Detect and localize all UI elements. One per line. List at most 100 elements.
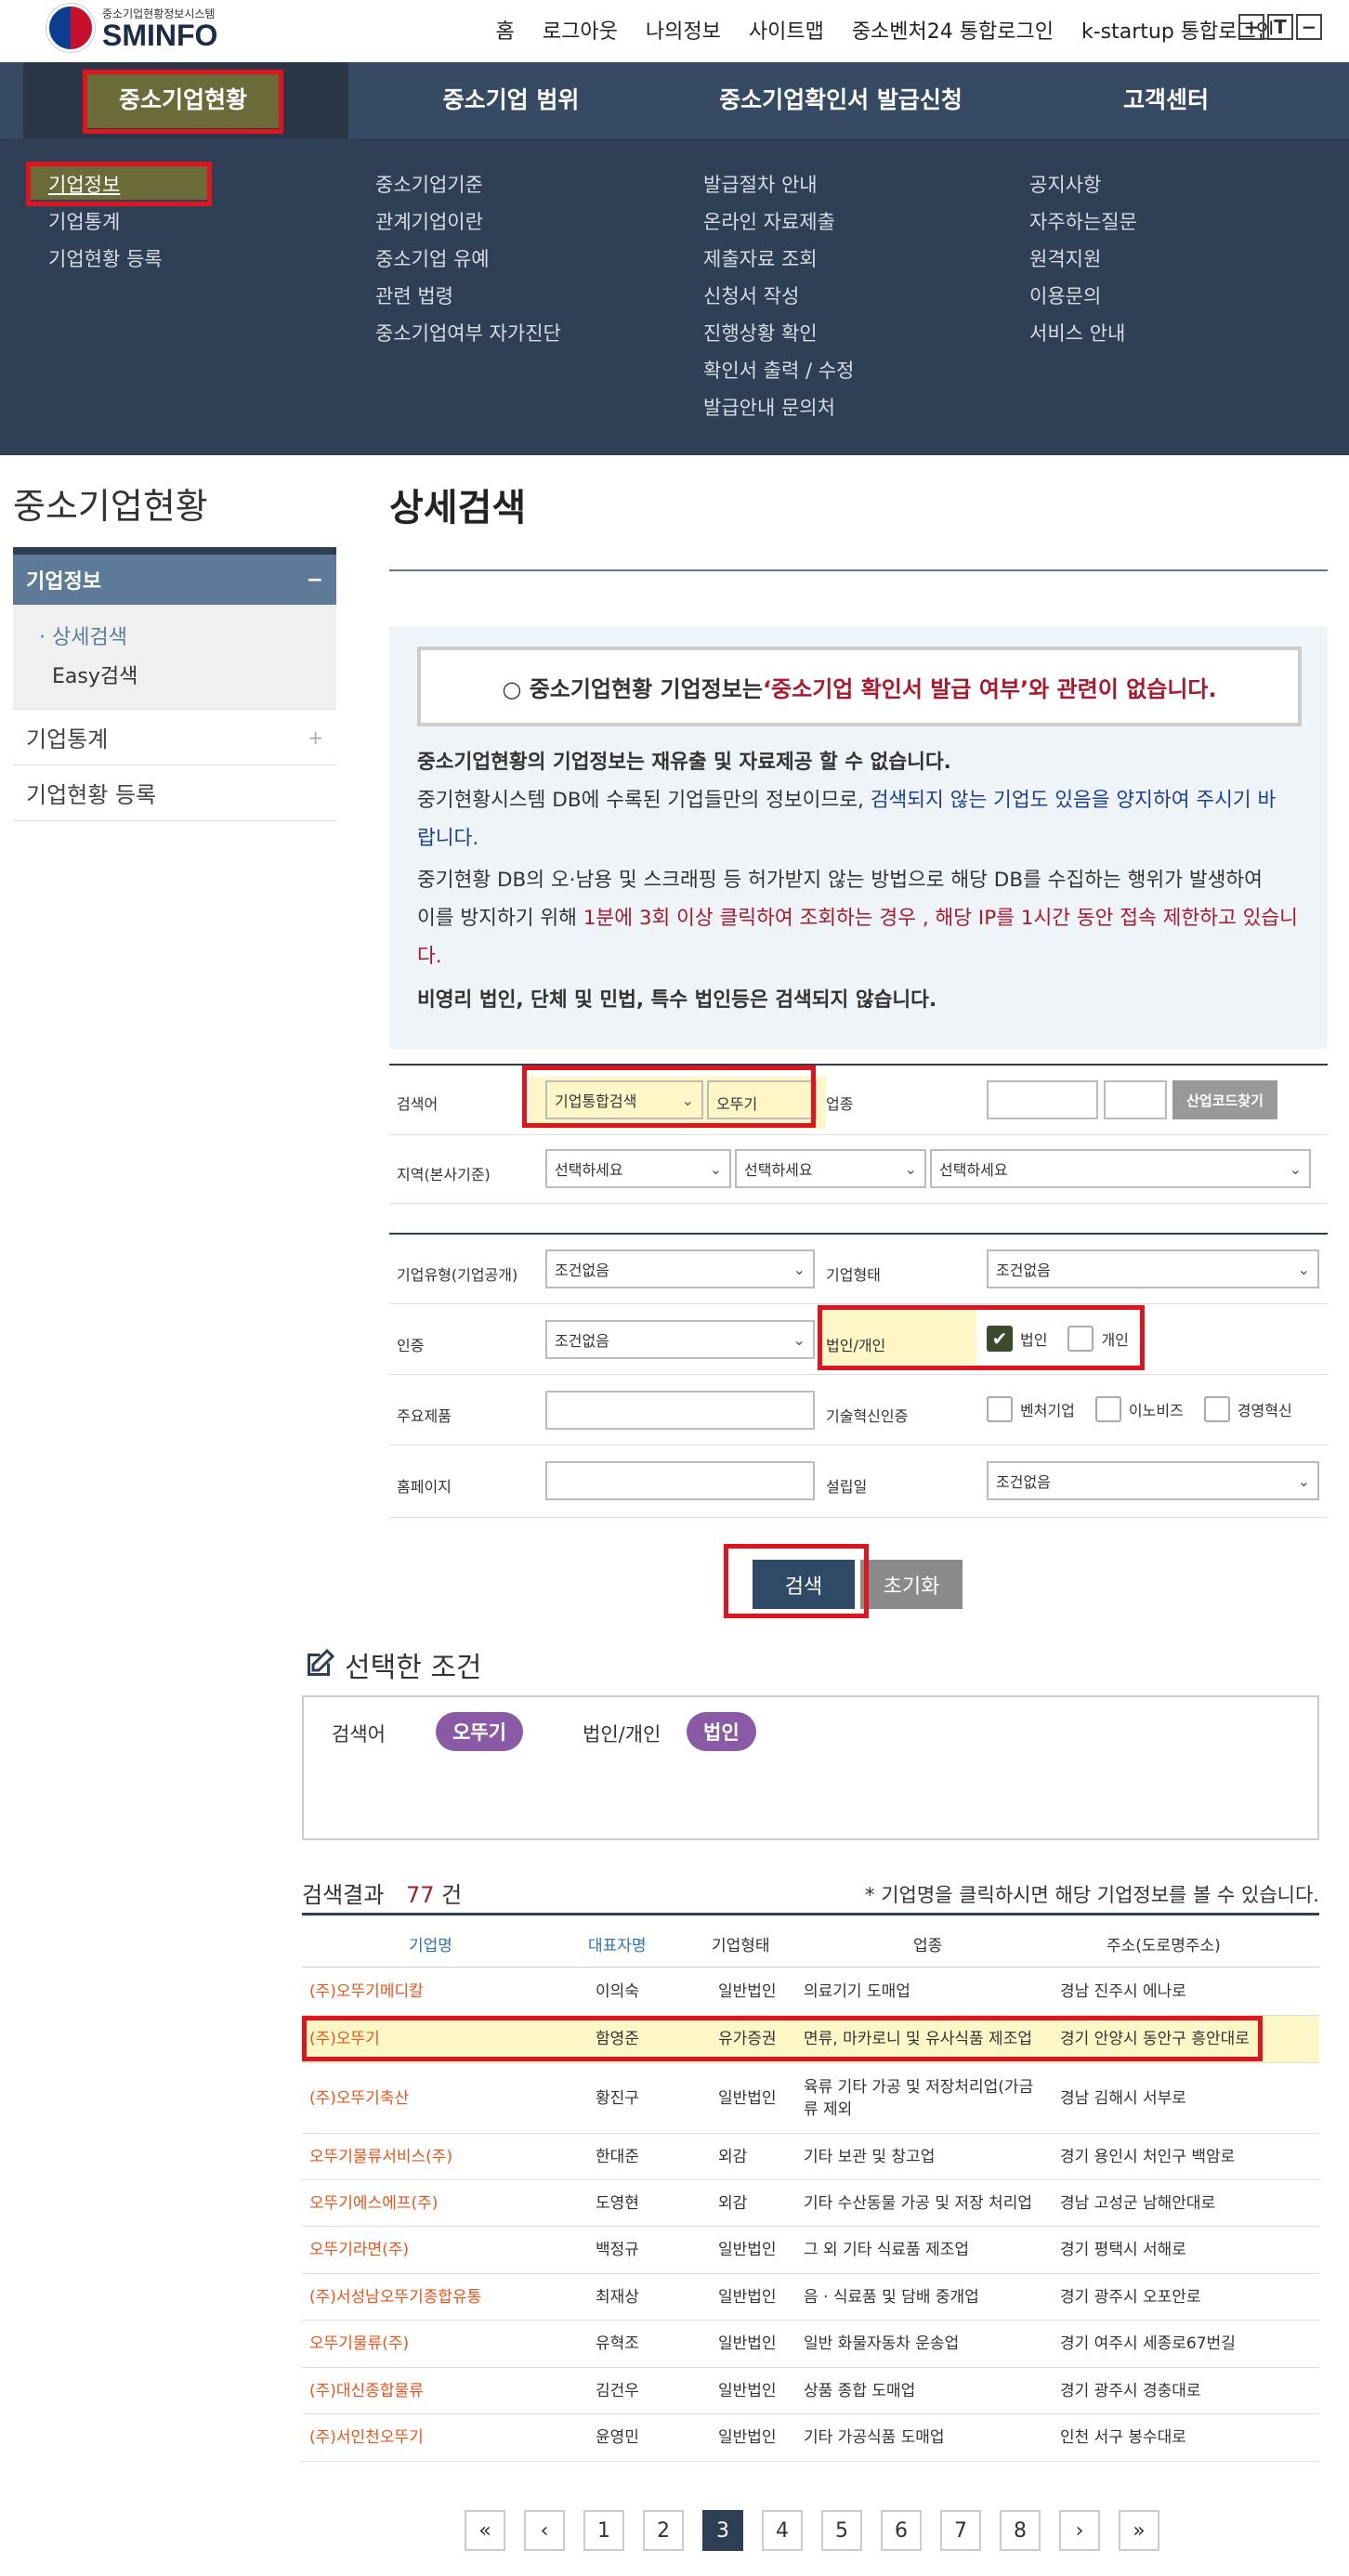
gnb-sme-status[interactable]: 중소기업현황	[86, 62, 280, 138]
search-type-select[interactable]: 기업통합검색 ⌄	[545, 1080, 703, 1119]
search-input[interactable]: 오뚜기	[707, 1080, 817, 1119]
region-select-1[interactable]: 선택하세요 ⌄	[545, 1149, 731, 1188]
cell-company-name[interactable]: 오뚜기에스에프(주)	[309, 2192, 486, 2215]
innobiz-checkbox[interactable]	[1094, 1396, 1121, 1422]
cell-company-name[interactable]: (주)대신종합물류	[309, 2380, 486, 2402]
cell-ceo: 윤영민	[596, 2428, 639, 2447]
menu-service-guide[interactable]: 서비스 안내	[1029, 319, 1125, 347]
mainbiz-checkbox[interactable]	[1203, 1396, 1230, 1422]
menu-issue-contact[interactable]: 발급안내 문의처	[703, 393, 835, 421]
menu-self-diagnosis[interactable]: 중소기업여부 자가진단	[375, 319, 561, 347]
certification-select[interactable]: 조건없음 ⌄	[545, 1320, 815, 1359]
established-select[interactable]: 조건없음 ⌄	[987, 1461, 1319, 1500]
menu-related-company[interactable]: 관계기업이란	[375, 207, 483, 235]
table-row[interactable]: 오뚜기물류서비스(주) 한대준 외감 기타 보관 및 창고업 경기 용인시 처인구 백암…	[302, 2134, 1319, 2180]
sidebar-item-company-register[interactable]: 기업현황 등록	[13, 765, 336, 821]
next-page-button[interactable]: ›	[1059, 2510, 1100, 2551]
menu-remote-support[interactable]: 원격지원	[1029, 244, 1101, 272]
page-8[interactable]: 8	[1000, 2510, 1041, 2551]
menu-submission-lookup[interactable]: 제출자료 조회	[703, 244, 818, 272]
menu-certificate-print[interactable]: 확인서 출력 / 수정	[703, 356, 854, 384]
expand-icon[interactable]: +	[308, 726, 323, 749]
cond-value-corp[interactable]: 법인	[687, 1712, 756, 1751]
venture-checkbox[interactable]	[987, 1396, 1013, 1422]
region-select-3[interactable]: 선택하세요 ⌄	[930, 1149, 1311, 1188]
individual-checkbox[interactable]	[1067, 1326, 1094, 1352]
menu-online-submit[interactable]: 온라인 자료제출	[703, 207, 835, 235]
table-row[interactable]: (주)오뚜기 함영준 유가증권 면류, 마카로니 및 유사식품 제조업 경기 안양시 동…	[302, 2016, 1319, 2063]
corp-checkbox[interactable]: ✔	[987, 1326, 1013, 1352]
menu-notice[interactable]: 공지사항	[1029, 170, 1101, 198]
table-row[interactable]: (주)오뚜기메디칼 이의숙 일반법인 의료기기 도매업 경남 진주시 에나로	[302, 1968, 1319, 2016]
menu-sme-grace[interactable]: 중소기업 유예	[375, 244, 490, 272]
menu-faq[interactable]: 자주하는질문	[1029, 207, 1137, 235]
company-form-select[interactable]: 조건없음 ⌄	[987, 1249, 1319, 1288]
cell-company-name[interactable]: (주)서성남오뚜기종합유통	[309, 2286, 486, 2308]
table-row[interactable]: 오뚜기에스에프(주) 도영현 외감 기타 수산동물 가공 및 저장 처리업 경남 고성군…	[302, 2180, 1319, 2227]
menu-related-law[interactable]: 관련 법령	[375, 281, 453, 309]
page-1[interactable]: 1	[583, 2510, 624, 2551]
logout-link[interactable]: 로그아웃	[543, 15, 618, 45]
menu-company-info[interactable]: 기업정보	[48, 170, 120, 198]
menu-sme-criteria[interactable]: 중소기업기준	[375, 170, 483, 198]
table-row[interactable]: 오뚜기라면(주) 백정규 일반법인 그 외 기타 식료품 제조업 경기 평택시 서해로	[302, 2227, 1319, 2274]
selected-conditions-header: 선택한 조건	[302, 1644, 482, 1685]
chevron-down-icon: ⌄	[709, 1159, 722, 1178]
industry-code-input[interactable]	[987, 1080, 1098, 1119]
menu-inquiry[interactable]: 이용문의	[1029, 281, 1101, 309]
cell-company-name[interactable]: (주)오뚜기축산	[309, 2087, 486, 2110]
table-row[interactable]: (주)오뚜기축산 황진구 일반법인 육류 기타 가공 및 저장처리업(가금류 제외 경남…	[302, 2063, 1319, 2134]
cell-company-name[interactable]: 오뚜기물류서비스(주)	[309, 2146, 486, 2168]
industry-name-input[interactable]	[1104, 1080, 1167, 1119]
sidebar-sub-detail-search[interactable]: · 상세검색	[39, 618, 336, 659]
cell-company-name[interactable]: (주)오뚜기메디칼	[309, 1981, 486, 2003]
search-type-value: 기업통합검색	[555, 1092, 637, 1110]
reset-button[interactable]: 초기화	[860, 1560, 963, 1609]
page-5[interactable]: 5	[821, 2510, 862, 2551]
company-type-select[interactable]: 조건없음 ⌄	[545, 1249, 815, 1288]
page-4[interactable]: 4	[762, 2510, 803, 2551]
menu-company-stats[interactable]: 기업통계	[48, 207, 120, 235]
table-row[interactable]: (주)대신종합물류 김건우 일반법인 상품 종합 도매업 경기 광주시 경충대로	[302, 2368, 1319, 2414]
cell-company-name[interactable]: (주)서인천오뚜기	[309, 2426, 486, 2449]
cell-company-name[interactable]: 오뚜기물류(주)	[309, 2333, 486, 2355]
cell-company-name[interactable]: 오뚜기라면(주)	[309, 2239, 486, 2261]
homepage-input[interactable]	[545, 1461, 815, 1500]
region-select-2[interactable]: 선택하세요 ⌄	[735, 1149, 926, 1188]
menu-issue-procedure[interactable]: 발급절차 안내	[703, 170, 818, 198]
search-button[interactable]: 검색	[753, 1560, 855, 1609]
table-row[interactable]: (주)서인천오뚜기 윤영민 일반법인 기타 가공식품 도매업 인천 서구 봉수대로	[302, 2414, 1319, 2462]
prev-page-button[interactable]: ‹	[524, 2510, 565, 2551]
font-decrease-button[interactable]: −	[1296, 14, 1322, 40]
page-6[interactable]: 6	[881, 2510, 922, 2551]
last-page-button[interactable]: »	[1119, 2510, 1159, 2551]
cond-value-keyword[interactable]: 오뚜기	[436, 1712, 523, 1751]
cell-company-form: 외감	[718, 2147, 748, 2166]
sitemap-link[interactable]: 사이트맵	[749, 15, 824, 45]
font-increase-button[interactable]: +	[1238, 14, 1264, 40]
menu-progress-check[interactable]: 진행상황 확인	[703, 319, 818, 347]
logo[interactable]: 중소기업현황정보시스템 SMINFO	[46, 4, 251, 56]
page-2[interactable]: 2	[643, 2510, 684, 2551]
table-row[interactable]: 오뚜기물류(주) 유혁조 일반법인 일반 화물자동차 운송업 경기 여주시 세종로67번…	[302, 2321, 1319, 2368]
table-row[interactable]: (주)서성남오뚜기종합유통 최재상 일반법인 음 · 식료품 및 담배 중개업 경기 광…	[302, 2274, 1319, 2321]
page-7[interactable]: 7	[940, 2510, 981, 2551]
sidebar-sub-easy-search[interactable]: Easy검색	[39, 659, 336, 696]
menu-application-write[interactable]: 신청서 작성	[703, 281, 799, 309]
sidebar-section-company-info[interactable]: 기업정보 −	[13, 555, 336, 605]
first-page-button[interactable]: «	[465, 2510, 505, 2551]
menu-company-register[interactable]: 기업현황 등록	[48, 244, 163, 272]
gnb-sme-scope[interactable]: 중소기업 범위	[372, 62, 650, 138]
sidebar-item-company-stats[interactable]: 기업통계 +	[13, 710, 336, 765]
myinfo-link[interactable]: 나의정보	[646, 15, 721, 45]
smes24-login-link[interactable]: 중소벤처24 통합로그인	[852, 15, 1054, 45]
cell-company-name[interactable]: (주)오뚜기	[309, 2028, 486, 2050]
industry-code-search-button[interactable]: 산업코드찾기	[1172, 1080, 1277, 1119]
gnb-customer-center[interactable]: 고객센터	[1031, 62, 1301, 138]
home-link[interactable]: 홈	[496, 15, 515, 45]
font-reset-button[interactable]: T	[1267, 14, 1293, 40]
collapse-icon[interactable]: −	[307, 569, 323, 592]
gnb-certificate[interactable]: 중소기업확인서 발급신청	[678, 62, 1003, 138]
main-product-input[interactable]	[545, 1391, 815, 1430]
page-3[interactable]: 3	[702, 2510, 743, 2551]
